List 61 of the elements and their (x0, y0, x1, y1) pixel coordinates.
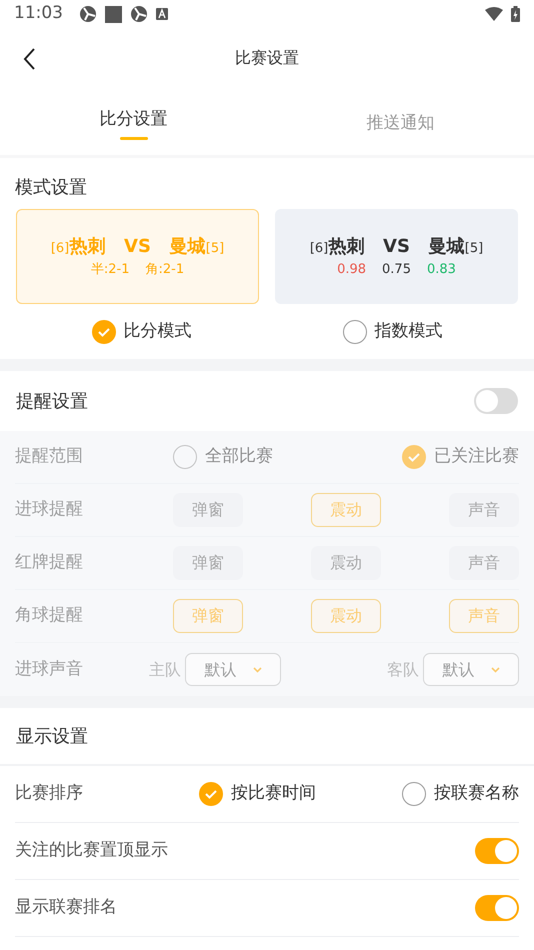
toggle-switch[interactable] (474, 388, 518, 414)
status-time: 11:03 (14, 2, 63, 26)
square-icon (105, 6, 122, 22)
fan-icon (130, 5, 148, 23)
option-button[interactable]: 震动 (311, 493, 381, 527)
mode-preview-card[interactable]: [6]热刺 VS 曼城[5] 半:2-1 角:2-1 (16, 209, 259, 304)
section-title: 提醒设置 (16, 390, 88, 414)
odds-value: 0.83 (426, 261, 456, 280)
option-button[interactable]: 弹窗 (173, 546, 243, 580)
caret-icon (252, 666, 262, 672)
option-button[interactable]: 弹窗 (173, 599, 243, 633)
team-label: 客队 (387, 658, 419, 680)
radio-icon[interactable] (342, 320, 366, 344)
back-button[interactable] (22, 46, 36, 71)
sound-dropdown[interactable]: 默认 (185, 653, 281, 686)
row-label: 红牌提醒 (15, 551, 84, 574)
radio-label: 已关注比赛 (434, 445, 519, 468)
wifi-icon (485, 7, 503, 21)
score-detail: 角:2-1 (146, 261, 184, 280)
row-label: 提醒范围 (15, 445, 84, 468)
option-button[interactable]: 弹窗 (173, 493, 243, 527)
page-title: 比赛设置 (235, 47, 299, 69)
option-button[interactable]: 声音 (449, 493, 519, 527)
radio-icon[interactable] (402, 782, 426, 806)
option-button[interactable]: 震动 (311, 599, 381, 633)
row-label: 显示联赛排名 (15, 896, 118, 920)
row-label: 关注的比赛置顶显示 (15, 839, 169, 862)
sound-dropdown[interactable]: 默认 (423, 653, 519, 686)
tab[interactable]: 比分设置 (100, 99, 168, 144)
odds-value: 0.98 (337, 261, 366, 280)
option-button[interactable]: 声音 (449, 546, 519, 580)
checked-radio-icon[interactable] (199, 782, 223, 806)
odds-value: 0.75 (382, 261, 411, 280)
row-label: 进球提醒 (15, 498, 84, 522)
tab[interactable]: 推送通知 (366, 102, 434, 140)
section-title: 模式设置 (14, 176, 88, 200)
option-button[interactable]: 声音 (449, 599, 519, 633)
checked-radio-icon[interactable] (92, 320, 116, 344)
radio-label: 按比赛时间 (231, 782, 316, 806)
mode-preview-card[interactable]: [6]热刺 VS 曼城[5] 0.98 0.75 0.83 (275, 209, 518, 304)
radio-label: 指数模式 (374, 320, 442, 343)
battery-icon (511, 6, 520, 22)
toggle-switch[interactable] (475, 838, 519, 864)
match-teams: [6]热刺 VS 曼城[5] (50, 235, 224, 260)
radio-label: 按联赛名称 (434, 782, 519, 806)
row-label: 比赛排序 (15, 782, 84, 806)
checked-radio-icon[interactable] (402, 445, 426, 469)
radio-label: 比分模式 (124, 320, 192, 343)
option-button[interactable]: 震动 (311, 546, 381, 580)
row-label: 进球声音 (15, 658, 84, 681)
letter-box-icon (156, 8, 168, 20)
toggle-switch[interactable] (475, 895, 519, 921)
section-title: 显示设置 (16, 724, 88, 748)
radio-icon[interactable] (173, 445, 197, 469)
caret-icon (490, 666, 500, 672)
fan-icon (79, 5, 97, 23)
score-detail: 半:2-1 (90, 261, 130, 280)
team-label: 主队 (149, 658, 181, 680)
match-teams: [6]热刺 VS 曼城[5] (310, 235, 484, 260)
radio-label: 全部比赛 (205, 445, 273, 468)
row-label: 角球提醒 (15, 604, 84, 628)
